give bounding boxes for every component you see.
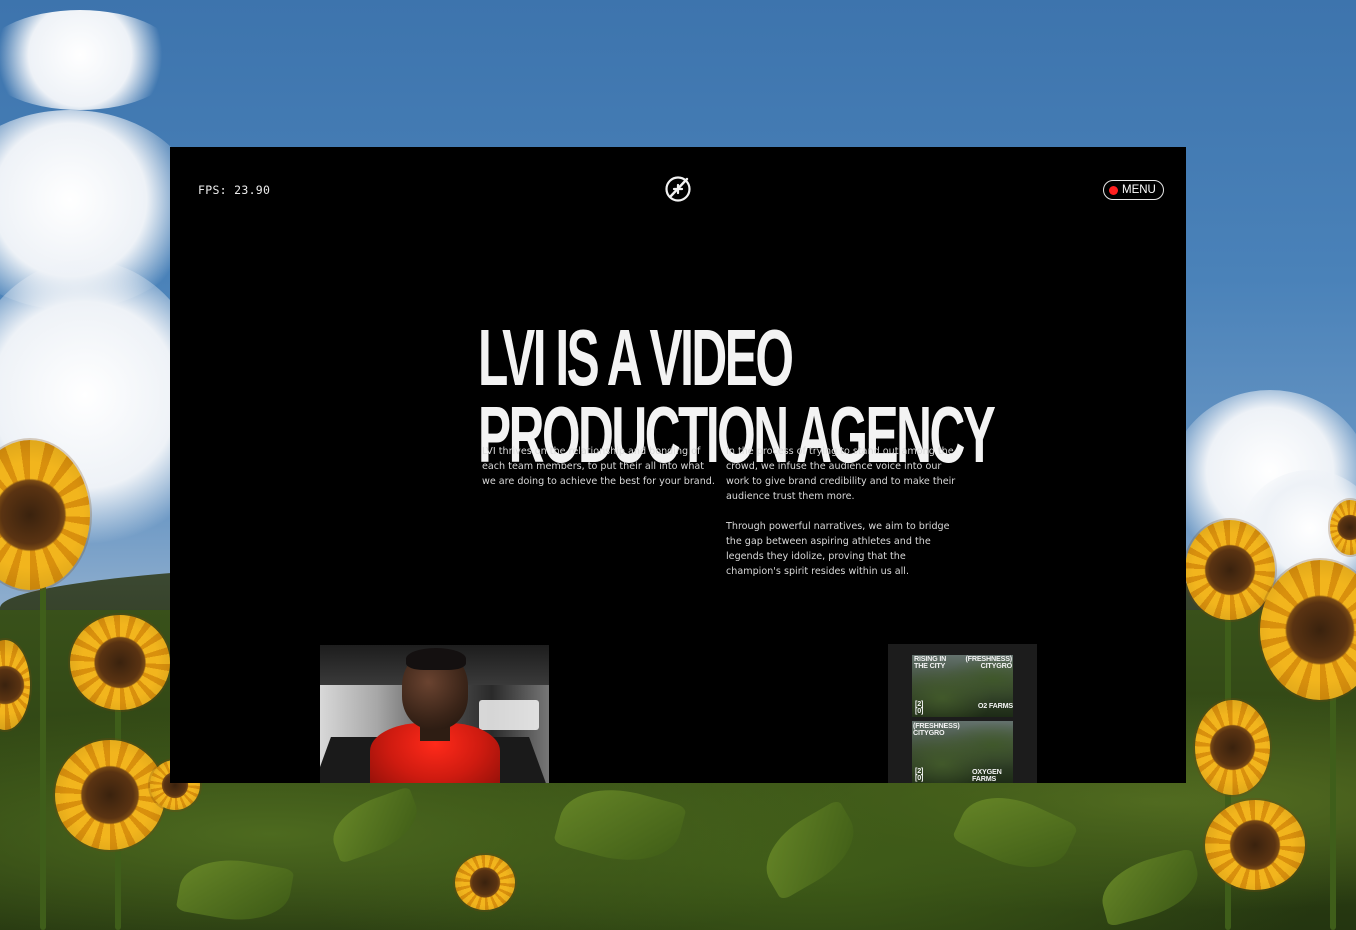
collage-label: RISING IN THE CITY [914,654,947,670]
collage-label: O2 FARMS [977,701,1013,710]
video-thumbnail[interactable] [320,645,549,783]
intro-copy-left: LVI thrives on the relationship and bond… [482,444,717,489]
headline-line-1: LVI IS A VIDEO [478,312,794,402]
record-dot-icon [1109,185,1118,195]
sunflower [1195,700,1270,795]
stem [40,560,46,930]
right-paragraph-2: Through powerful narratives, we aim to b… [726,521,950,577]
sunflower [455,855,515,910]
project-collage-thumbnail[interactable]: RISING IN THE CITY (FRESHNESS) CITYGRO [… [888,644,1037,783]
window-light [479,700,539,730]
collage-label: [2] [0] [915,699,924,715]
sunflower [1185,520,1275,620]
agency-window: FPS: 23.90 MENU LVI IS A VIDEO PRODUCTIO… [170,147,1186,783]
collage-label: OXYGEN FARMS [972,767,1002,783]
right-paragraph-1: In the process of trying to stand out am… [726,446,956,502]
sunflower [70,615,170,710]
collage-label: (FRESHNESS) CITYGRO [965,654,1012,670]
left-paragraph: LVI thrives on the relationship and bond… [482,446,715,487]
menu-button[interactable]: MENU [1103,180,1164,200]
intro-copy-right: In the process of trying to stand out am… [726,444,958,594]
fps-counter: FPS: 23.90 [198,183,271,197]
sunflower [1205,800,1305,890]
collage-label: [2] [0] [915,766,924,782]
crossed-circle-logo-icon[interactable] [664,175,692,203]
sunflower [55,740,165,850]
menu-label: MENU [1122,184,1156,196]
collage-label: (FRESHNESS) CITYGRO [913,721,960,737]
hair [406,648,466,670]
